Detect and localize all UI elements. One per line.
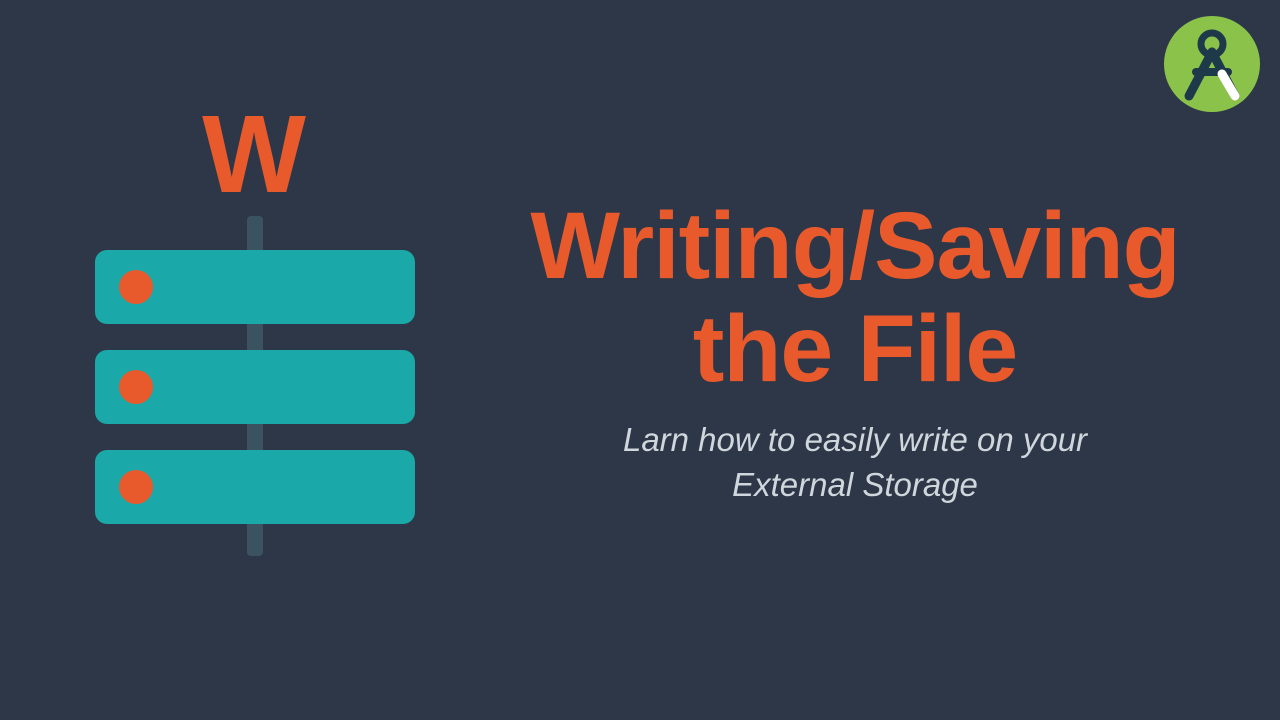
letter-w-label: W <box>95 100 415 210</box>
server-stack-icon <box>95 250 415 524</box>
title-line-2: the File <box>693 296 1018 402</box>
server-led-icon <box>119 270 153 304</box>
subtitle-line-2: External Storage <box>732 466 978 503</box>
title-line-1: Writing/Saving <box>530 193 1179 299</box>
slide-title: Writing/Saving the File <box>460 195 1250 400</box>
subtitle-line-1: Larn how to easily write on your <box>623 421 1087 458</box>
main-content: Writing/Saving the File Larn how to easi… <box>460 195 1250 507</box>
server-rack-3 <box>95 450 415 524</box>
server-rack-1 <box>95 250 415 324</box>
server-rack-2 <box>95 350 415 424</box>
slide-subtitle: Larn how to easily write on your Externa… <box>460 418 1250 507</box>
server-led-icon <box>119 370 153 404</box>
server-led-icon <box>119 470 153 504</box>
android-studio-logo-icon <box>1162 14 1262 114</box>
server-illustration: W <box>95 100 415 580</box>
